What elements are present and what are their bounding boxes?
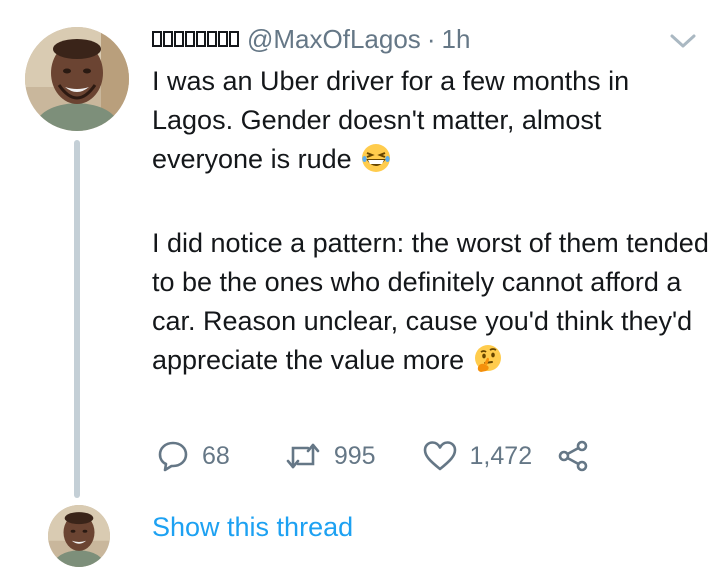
thread-avatar[interactable] — [48, 505, 110, 567]
separator-dot: · — [426, 23, 436, 54]
reply-icon — [158, 441, 188, 472]
avatar[interactable] — [25, 27, 129, 131]
retweet-count: 995 — [333, 441, 376, 470]
tweet-text: I was an Uber driver for a few months in… — [152, 62, 712, 386]
reply-button[interactable]: 68 — [156, 439, 230, 473]
timestamp[interactable]: 1h — [441, 24, 470, 55]
grinning-squinting-face-icon — [360, 142, 392, 185]
show-thread-link[interactable]: Show this thread — [152, 512, 353, 543]
display-name[interactable] — [152, 31, 239, 47]
like-count: 1,472 — [469, 441, 533, 470]
tweet-header: @MaxOfLagos · 1h — [152, 22, 470, 56]
share-icon — [558, 440, 588, 472]
tweet-paragraph: I was an Uber driver for a few months in… — [152, 62, 712, 185]
chevron-down-icon[interactable] — [668, 30, 698, 52]
reply-count: 68 — [202, 441, 230, 470]
tweet-paragraph: I did notice a pattern: the worst of the… — [152, 224, 712, 386]
like-button[interactable]: 1,472 — [422, 439, 533, 473]
previous-tweet-cutoff — [0, 0, 720, 12]
share-button[interactable] — [556, 439, 590, 473]
heart-icon — [423, 441, 456, 471]
retweet-icon — [286, 443, 320, 469]
thinking-face-icon — [472, 343, 504, 386]
retweet-button[interactable]: 995 — [284, 439, 376, 473]
user-handle[interactable]: @MaxOfLagos — [247, 24, 421, 55]
thread-connector-line — [74, 140, 80, 498]
tweet-actions: 68 995 1,472 — [156, 436, 590, 476]
